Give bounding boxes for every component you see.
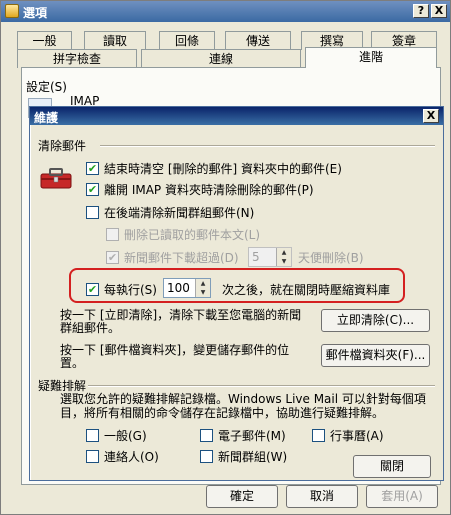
troubleshoot-group-divider [88,385,435,387]
tab-advanced[interactable]: 進階 [305,47,437,68]
close-dialog-button[interactable]: 關閉 [353,455,431,478]
help-button[interactable]: ? [413,4,429,18]
log-calendar-checkbox[interactable] [312,429,325,442]
clean-group-divider [100,145,435,147]
log-general-checkbox[interactable] [86,429,99,442]
maintenance-titlebar[interactable]: 維護 X [30,107,443,125]
log-news-label: 新聞群組(W) [218,450,288,464]
options-window-title: 選項 [23,6,48,20]
clean-news-label: 在後端清除新聞群組郵件(N) [104,206,255,220]
purge-imap-checkbox[interactable]: ✔ [86,183,99,196]
log-contacts-label: 連絡人(O) [104,450,159,464]
chevron-down-icon[interactable]: ▼ [276,257,291,266]
tab-send[interactable]: 傳送 [225,31,291,50]
dialog-close-icon[interactable]: X [423,109,439,123]
tab-read[interactable]: 讀取 [84,31,146,50]
delete-read-body-checkbox[interactable] [106,228,119,241]
tab-spelling[interactable]: 拼字檢查 [17,49,137,68]
news-days-stepper[interactable]: 5 ▲ ▼ [248,247,292,267]
news-days-suffix: 天便刪除(B) [298,251,364,265]
store-folder-button[interactable]: 郵件檔資料夾(F)... [321,344,430,367]
tab-general[interactable]: 一般 [17,31,72,50]
log-news-checkbox[interactable] [200,450,213,463]
empty-deleted-checkbox[interactable]: ✔ [86,162,99,175]
log-mail-checkbox[interactable] [200,429,213,442]
clean-now-description: 按一下 [立即清除]，清除下載至您電腦的新聞群組郵件。 [60,308,302,335]
troubleshoot-description: 選取您允許的疑難排解記錄檔。Windows Live Mail 可以針對每個項目… [60,392,426,420]
tab-connection[interactable]: 連線 [141,49,301,68]
clean-now-button[interactable]: 立即清除(C)... [321,309,430,332]
log-mail-label: 電子郵件(M) [218,429,286,443]
maintenance-title: 維護 [34,111,59,125]
log-general-label: 一般(G) [104,429,147,443]
clean-group-label: 清除郵件 [38,139,87,153]
news-delete-label: 新聞郵件下載超過(D) [124,251,239,265]
log-calendar-label: 行事曆(A) [330,429,384,443]
close-icon[interactable]: X [431,4,447,18]
store-folder-description: 按一下 [郵件檔資料夾]，變更儲存郵件的位置。 [60,343,290,370]
delete-read-body-label: 刪除已讀取的郵件本文(L) [124,228,261,242]
clean-news-checkbox[interactable] [86,206,99,219]
news-days-value: 5 [252,250,260,264]
ok-button[interactable]: 確定 [206,485,278,508]
log-contacts-checkbox[interactable] [86,450,99,463]
news-delete-checkbox[interactable]: ✔ [106,251,119,264]
settings-label: 設定(S) [26,80,67,94]
mail-options-icon [5,4,19,18]
chevron-up-icon[interactable]: ▲ [276,248,291,257]
apply-button[interactable]: 套用(A) [366,485,438,508]
cancel-button[interactable]: 取消 [286,485,358,508]
tab-receipts[interactable]: 回條 [159,31,215,50]
toolbox-icon [40,168,72,189]
purge-imap-label: 離開 IMAP 資料夾時清除刪除的郵件(P) [104,183,314,197]
empty-deleted-label: 結束時清空 [刪除的郵件] 資料夾中的郵件(E) [104,162,342,176]
compact-row-highlight [69,268,405,303]
options-titlebar[interactable]: 選項 ? X [1,1,450,22]
